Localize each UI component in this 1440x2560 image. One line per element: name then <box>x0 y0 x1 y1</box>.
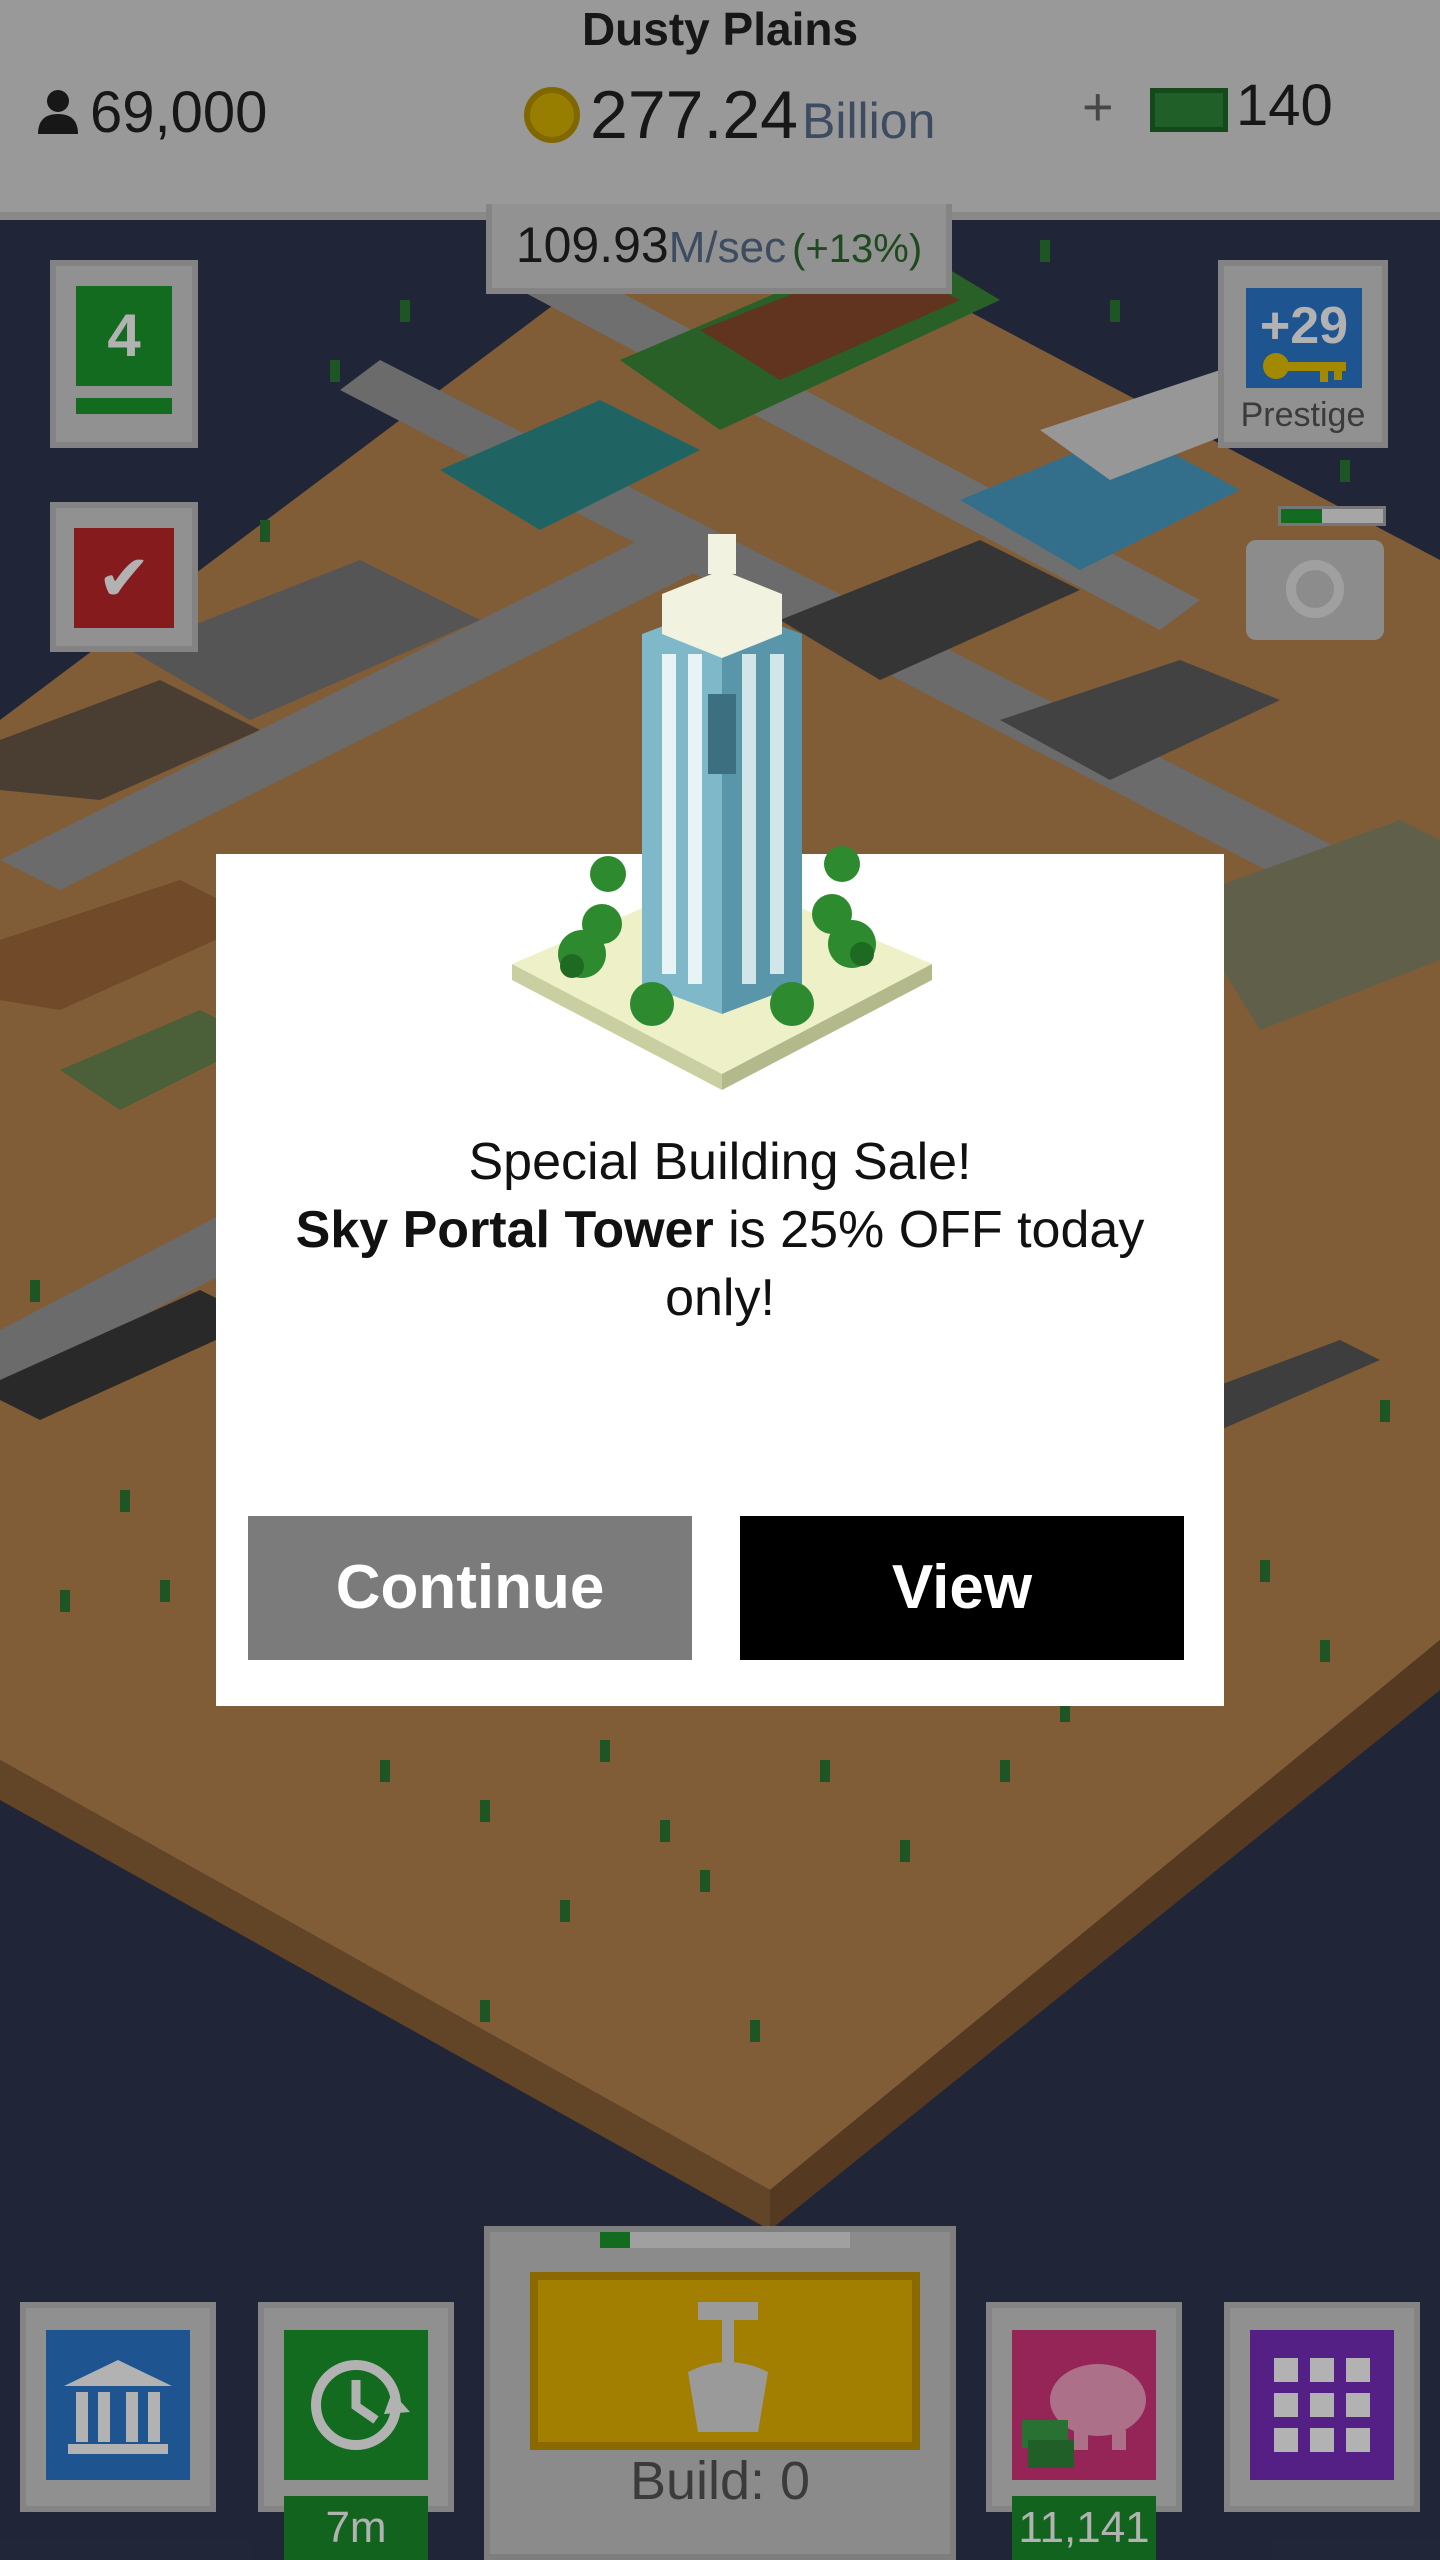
building-name: Sky Portal Tower <box>295 1201 714 1259</box>
sale-detail: is 25% OFF today only! <box>665 1201 1145 1327</box>
sky-portal-tower-image <box>512 534 932 1090</box>
sale-headline: Special Building Sale! <box>468 1133 972 1191</box>
view-button[interactable]: View <box>740 1516 1184 1660</box>
sale-dialog: Special Building Sale! Sky Portal Tower … <box>216 534 1224 1706</box>
sale-message: Special Building Sale! Sky Portal Tower … <box>276 1128 1164 1332</box>
continue-button[interactable]: Continue <box>248 1516 692 1660</box>
